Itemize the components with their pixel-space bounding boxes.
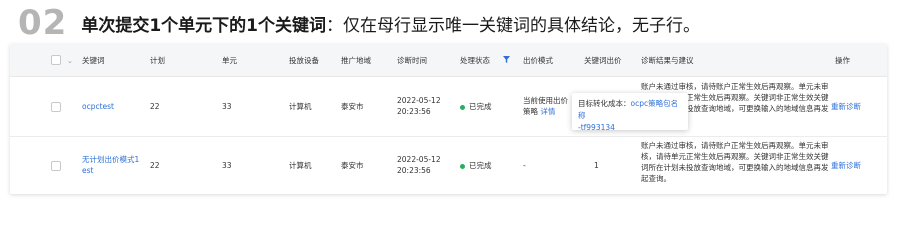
row-checkbox[interactable] bbox=[51, 102, 61, 112]
col-bid-mode: 出价模式 bbox=[523, 56, 553, 65]
col-keyword-bid: 关键词出价 bbox=[584, 56, 622, 65]
table-header: ⌄ 关键词 计划 单元 投放设备 推广地域 诊断时间 处理状态 出价模式 关键词… bbox=[10, 44, 887, 77]
plan-cell: 22 bbox=[150, 161, 160, 170]
unit-cell: 33 bbox=[222, 102, 232, 111]
diagnosis-table: ⌄ 关键词 计划 单元 投放设备 推广地域 诊断时间 处理状态 出价模式 关键词… bbox=[10, 44, 887, 194]
col-region: 推广地域 bbox=[341, 56, 371, 65]
section-title-rest: ：仅在母行显示唯一关键词的具体结论，无子行。 bbox=[326, 15, 700, 36]
region-cell: 泰安市 bbox=[341, 161, 364, 170]
col-result: 诊断结果与建议 bbox=[641, 56, 694, 65]
col-action: 操作 bbox=[835, 56, 850, 65]
keyword-link-line1[interactable]: 无计划出价模式1 bbox=[82, 154, 139, 165]
result-text: 账户未通过审核，请待账户正常生效后再观察。单元未审核，请待单元正常生效后再观察。… bbox=[641, 141, 829, 183]
device-cell: 计算机 bbox=[289, 161, 312, 170]
filter-icon[interactable] bbox=[503, 56, 510, 63]
tooltip-line1: 目标转化成本：ocpc策略包名称 bbox=[578, 99, 679, 120]
date-cell: 2022-05-12 bbox=[397, 155, 441, 164]
table-row: ocpctest 22 33 计算机 泰安市 2022-05-12 20:23:… bbox=[10, 77, 887, 137]
date-cell: 2022-05-12 bbox=[397, 96, 441, 105]
keyword-bid-cell: 1 bbox=[594, 161, 599, 170]
status-badge: 已完成 bbox=[460, 101, 492, 112]
col-status: 处理状态 bbox=[460, 56, 490, 65]
status-dot-icon bbox=[460, 104, 465, 110]
status-badge: 已完成 bbox=[460, 160, 492, 171]
select-all-checkbox[interactable] bbox=[51, 55, 61, 65]
section-heading: 02 单次提交1个单元下的1个关键词 ：仅在母行显示唯一关键词的具体结论，无子行… bbox=[18, 4, 700, 42]
col-unit: 单元 bbox=[222, 56, 237, 65]
keyword-link-line2[interactable]: est bbox=[82, 165, 93, 176]
bid-mode-cell: - bbox=[523, 161, 526, 170]
bid-mode-line2: 策略 详情 bbox=[523, 107, 556, 116]
plan-cell: 22 bbox=[150, 102, 160, 111]
unit-cell: 33 bbox=[222, 161, 232, 170]
col-keyword: 关键词 bbox=[82, 56, 105, 65]
rediagnose-button[interactable]: 重新诊断 bbox=[831, 101, 861, 112]
row-checkbox[interactable] bbox=[51, 161, 61, 171]
section-number: 02 bbox=[18, 3, 68, 43]
bid-mode-line1: 当前使用出价 bbox=[523, 96, 568, 105]
keyword-link[interactable]: ocpctest bbox=[82, 101, 114, 112]
col-plan: 计划 bbox=[150, 56, 165, 65]
col-device: 投放设备 bbox=[289, 56, 319, 65]
status-dot-icon bbox=[460, 163, 465, 169]
rediagnose-button[interactable]: 重新诊断 bbox=[831, 160, 861, 171]
device-cell: 计算机 bbox=[289, 102, 312, 111]
bid-detail-link[interactable]: 详情 bbox=[540, 107, 555, 116]
time-cell: 20:23:56 bbox=[397, 107, 431, 116]
chevron-down-icon[interactable]: ⌄ bbox=[67, 57, 73, 65]
table-row: 无计划出价模式1 est 22 33 计算机 泰安市 2022-05-12 20… bbox=[10, 137, 887, 194]
region-cell: 泰安市 bbox=[341, 102, 364, 111]
time-cell: 20:23:56 bbox=[397, 166, 431, 175]
bid-strategy-tooltip: 目标转化成本：ocpc策略包名称 -tf993134 bbox=[572, 93, 688, 132]
col-time: 诊断时间 bbox=[397, 56, 427, 65]
tooltip-line2: -tf993134 bbox=[578, 123, 615, 132]
section-title-bold: 单次提交1个单元下的1个关键词 bbox=[81, 15, 326, 36]
